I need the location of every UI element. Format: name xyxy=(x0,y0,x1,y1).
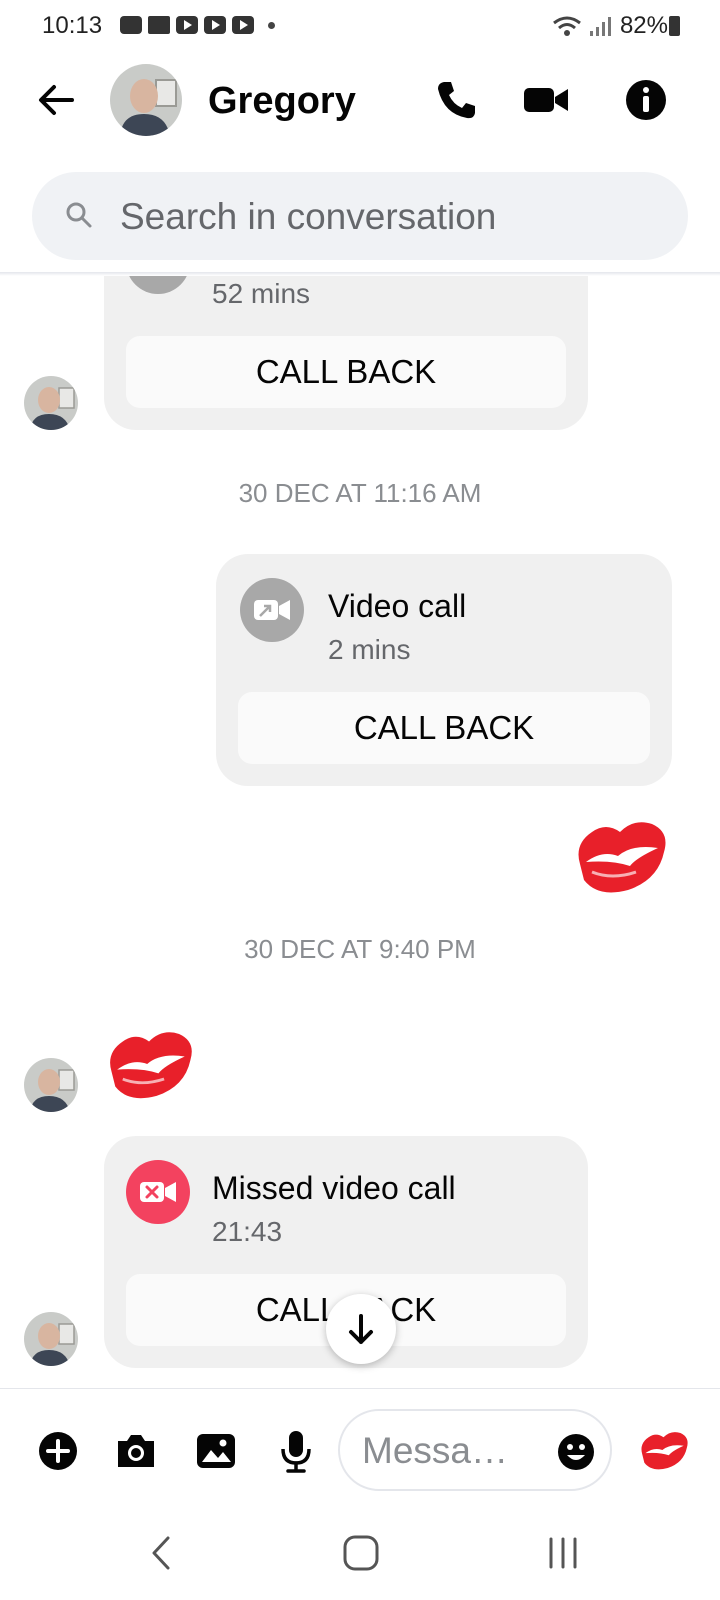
status-time: 10:13 xyxy=(42,12,103,39)
call-title: Missed video call xyxy=(212,1170,456,1206)
shop-icon xyxy=(120,16,142,34)
system-nav-bar xyxy=(0,1508,720,1600)
youtube-icon xyxy=(176,16,198,34)
call-message-card: 52 mins CALL BACK xyxy=(104,276,588,430)
timestamp: 30 DEC AT 9:40 PM xyxy=(244,934,476,964)
call-message-card: Video call 2 mins CALL BACK xyxy=(216,554,672,786)
scroll-to-bottom-button[interactable] xyxy=(326,1294,396,1364)
kiss-mark-icon xyxy=(578,822,666,893)
call-duration: 2 mins xyxy=(328,634,411,665)
message-input[interactable]: Messa… xyxy=(338,1409,612,1491)
contact-avatar[interactable] xyxy=(110,64,182,136)
message-composer: Messa… xyxy=(0,1388,720,1508)
wifi-icon xyxy=(553,16,581,36)
signal-icon xyxy=(589,17,611,36)
video-camera-icon[interactable] xyxy=(524,78,568,122)
conversation-header: Gregory xyxy=(0,52,720,152)
plus-icon[interactable] xyxy=(36,1429,80,1473)
avatar[interactable] xyxy=(24,1312,78,1366)
search-placeholder: Search in conversation xyxy=(120,196,497,237)
notification-icons xyxy=(120,16,275,34)
microphone-icon[interactable] xyxy=(274,1429,318,1473)
gallery-icon[interactable] xyxy=(194,1429,238,1473)
folder-icon xyxy=(148,16,170,34)
status-right: 82% xyxy=(552,12,668,40)
back-nav-icon[interactable] xyxy=(138,1530,184,1576)
kiss-mark-icon[interactable] xyxy=(638,1427,690,1473)
phone-icon[interactable] xyxy=(434,78,478,122)
message-placeholder: Messa… xyxy=(362,1430,508,1471)
call-type-icon xyxy=(126,276,190,294)
search-icon xyxy=(66,202,92,228)
back-arrow-icon[interactable] xyxy=(34,78,78,122)
camera-icon[interactable] xyxy=(114,1429,158,1473)
call-time: 21:43 xyxy=(212,1216,283,1247)
call-back-button[interactable]: CALL BACK xyxy=(126,336,566,408)
avatar[interactable] xyxy=(24,1058,78,1112)
status-bar: 10:13 82% xyxy=(0,0,720,52)
call-title: Video call xyxy=(328,588,467,624)
arrow-down-icon xyxy=(349,1314,373,1344)
call-back-button[interactable]: CALL BACK xyxy=(238,692,650,764)
video-call-icon xyxy=(240,578,304,642)
timestamp: 30 DEC AT 11:16 AM xyxy=(238,478,482,508)
missed-video-call-icon xyxy=(126,1160,190,1224)
youtube-icon xyxy=(204,16,226,34)
emoji-icon[interactable] xyxy=(556,1432,596,1472)
youtube-icon xyxy=(232,16,254,34)
more-notifications-dot xyxy=(268,21,275,29)
battery-percent: 82% xyxy=(619,12,668,39)
battery-icon xyxy=(669,16,680,36)
info-icon[interactable] xyxy=(624,78,668,122)
contact-name[interactable]: Gregory xyxy=(208,80,356,123)
call-duration: 52 mins xyxy=(212,278,311,309)
home-nav-icon[interactable] xyxy=(338,1530,384,1576)
avatar[interactable] xyxy=(24,376,78,430)
message-list[interactable]: 52 mins CALL BACK 30 DEC AT 11:16 AM Vid… xyxy=(0,276,720,1386)
recents-nav-icon[interactable] xyxy=(540,1530,586,1576)
kiss-mark-icon xyxy=(110,1032,192,1099)
